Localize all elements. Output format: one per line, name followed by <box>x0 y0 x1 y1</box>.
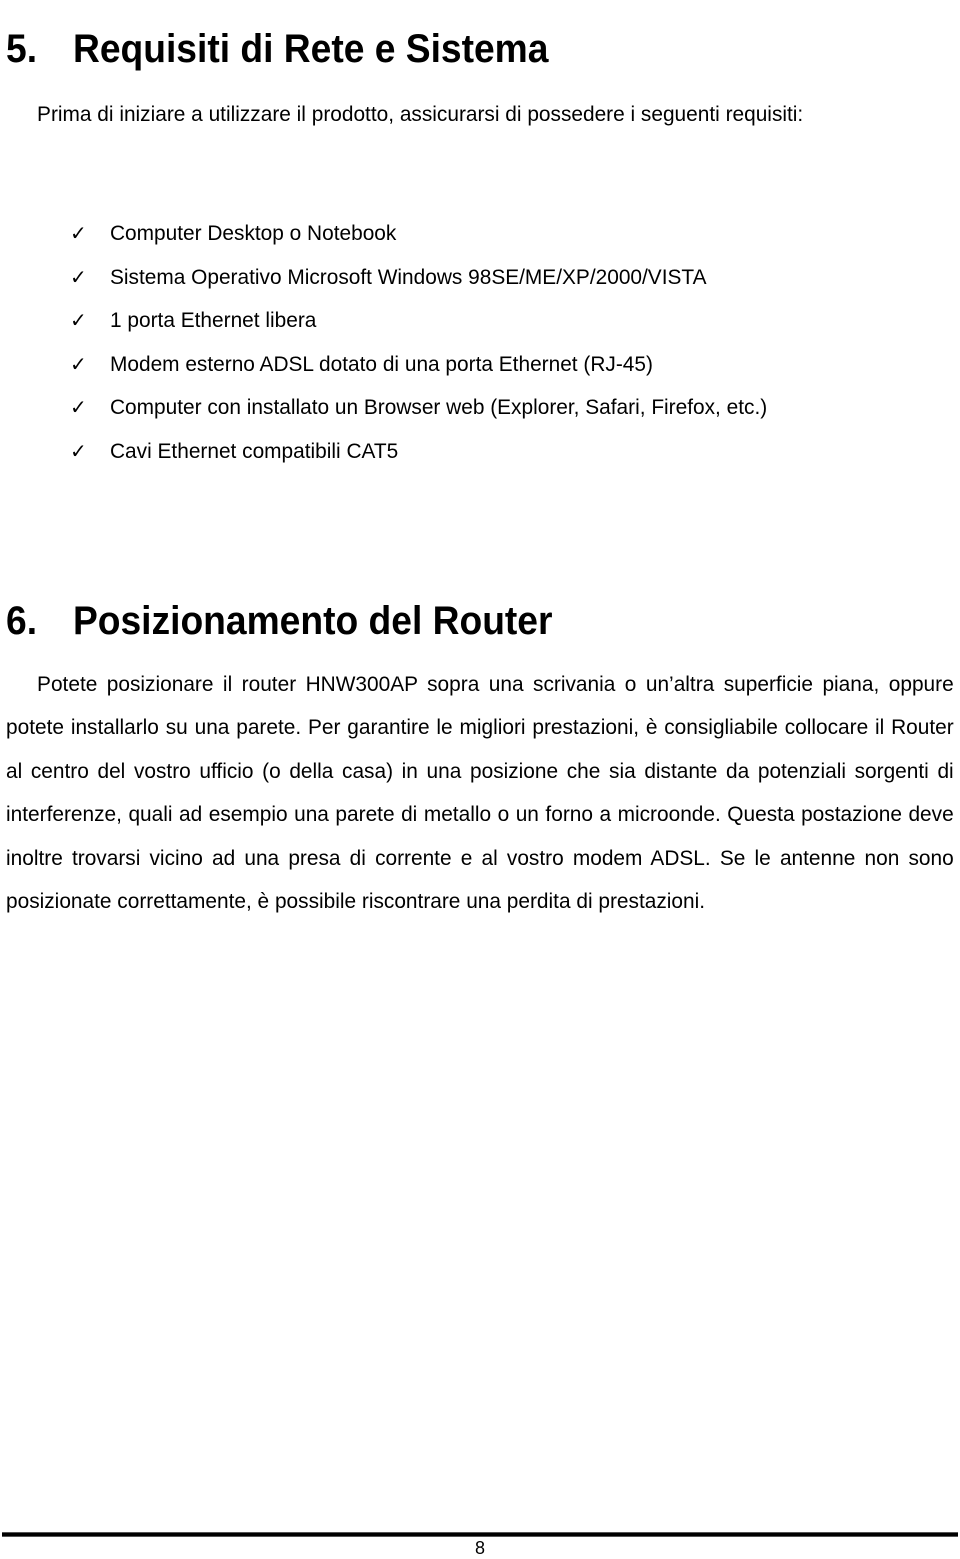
checkmark-icon: ✓ <box>70 264 87 289</box>
requirement-text: Computer con installato un Browser web (… <box>110 395 768 420</box>
checkmark-icon: ✓ <box>70 438 87 463</box>
section-5-number: 5. <box>6 26 38 71</box>
section-6-heading: 6. Posizionamento del Router <box>6 599 552 643</box>
requirement-item: ✓ Modem esterno ADSL dotato di una porta… <box>70 343 788 387</box>
checkmark-icon: ✓ <box>70 395 87 420</box>
requirement-text: Computer Desktop o Notebook <box>110 221 397 245</box>
section-6-title: Posizionamento del Router <box>72 598 553 643</box>
requirement-item: ✓ Computer Desktop o Notebook <box>70 212 788 256</box>
requirement-item: ✓ 1 porta Ethernet libera <box>70 299 788 343</box>
requirement-item: ✓ Sistema Operativo Microsoft Windows 98… <box>70 256 788 300</box>
requirement-text: Modem esterno ADSL dotato di una porta E… <box>110 351 653 376</box>
requirements-intro: Prima di iniziare a utilizzare il prodot… <box>37 101 804 126</box>
section-6-number: 6. <box>6 598 38 643</box>
requirement-text: Sistema Operativo Microsoft Windows 98SE… <box>110 264 707 289</box>
section-5-heading: 5. Requisiti di Rete e Sistema <box>6 27 548 71</box>
requirements-list: ✓ Computer Desktop o Notebook ✓ Sistema … <box>70 212 788 474</box>
checkmark-icon: ✓ <box>70 351 87 376</box>
page-number: 8 <box>474 1538 485 1558</box>
section-5-title: Requisiti di Rete e Sistema <box>72 26 549 71</box>
footer-divider <box>2 1532 958 1537</box>
requirement-text: Cavi Ethernet compatibili CAT5 <box>110 438 399 463</box>
requirement-text: 1 porta Ethernet libera <box>110 308 317 333</box>
checkmark-icon: ✓ <box>70 308 87 333</box>
router-placement-paragraph: Potete posizionare il router HNW300AP so… <box>6 671 954 914</box>
checkmark-icon: ✓ <box>70 221 87 245</box>
requirement-item: ✓ Computer con installato un Browser web… <box>70 386 788 430</box>
requirement-item: ✓ Cavi Ethernet compatibili CAT5 <box>70 430 788 474</box>
